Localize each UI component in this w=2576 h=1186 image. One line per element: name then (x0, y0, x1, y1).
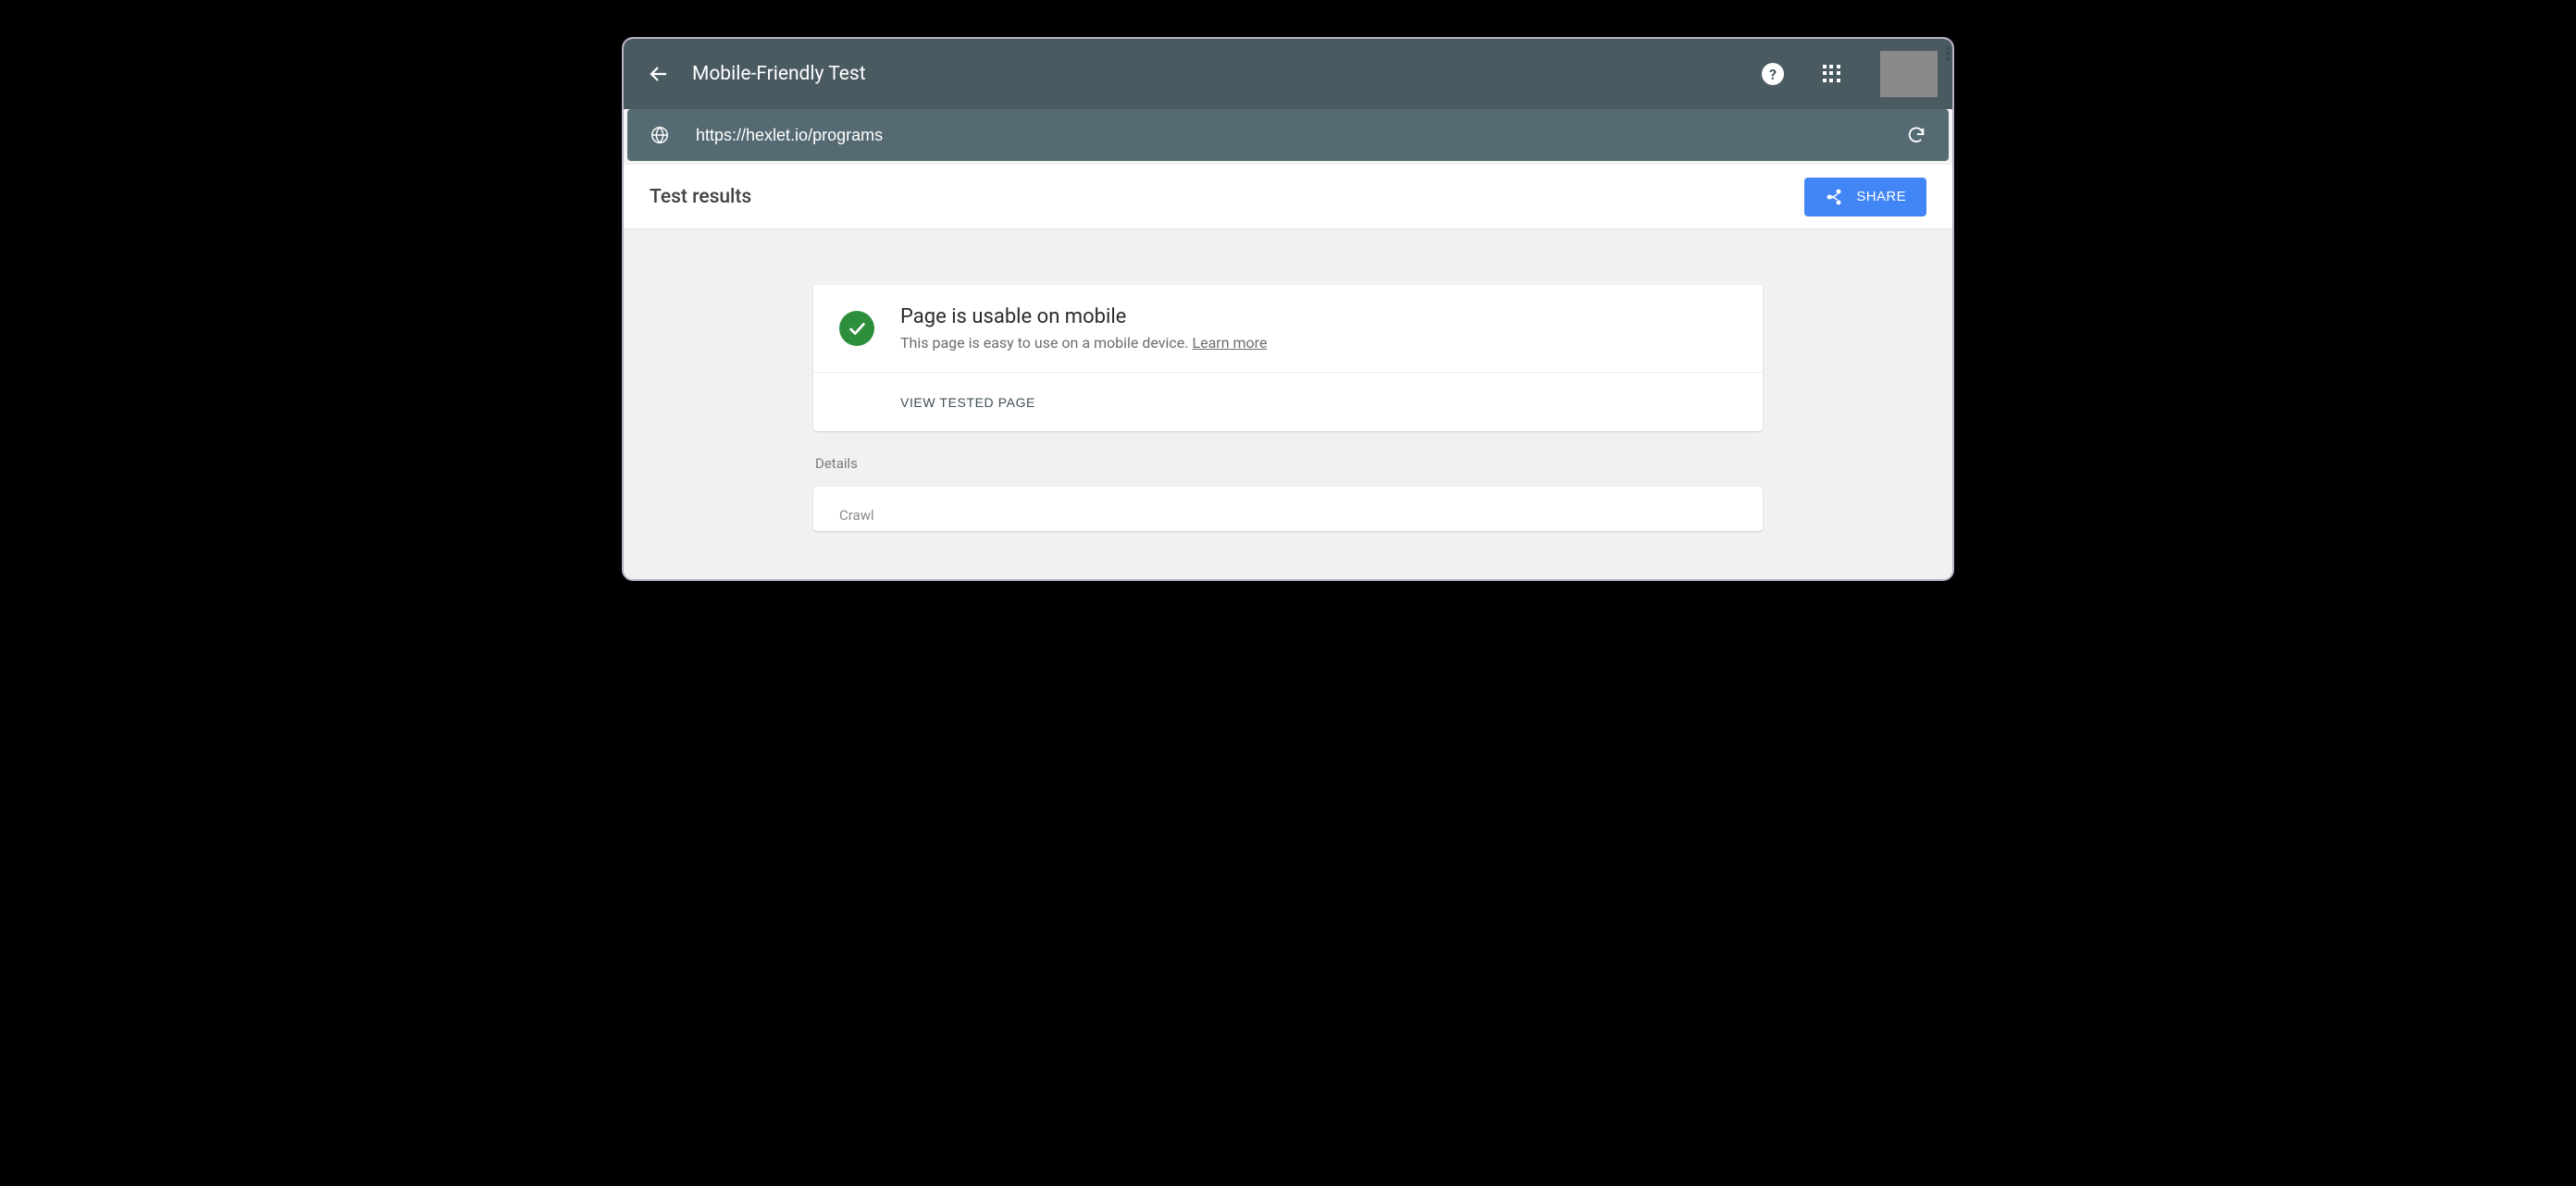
results-title: Test results (650, 186, 1804, 208)
help-button[interactable]: ? (1754, 56, 1791, 93)
status-subtext: This page is easy to use on a mobile dev… (900, 334, 1267, 352)
url-input[interactable] (696, 126, 1880, 145)
account-avatar[interactable] (1880, 51, 1938, 97)
back-button[interactable] (648, 63, 670, 85)
refresh-button[interactable] (1906, 125, 1926, 145)
google-apps-button[interactable] (1814, 56, 1851, 93)
url-bar (627, 109, 1949, 161)
app-header: Mobile-Friendly Test ? (624, 39, 1952, 109)
view-tested-page-button[interactable]: VIEW TESTED PAGE (900, 395, 1035, 410)
details-section-label: Details (815, 455, 1763, 472)
learn-more-link[interactable]: Learn more (1192, 334, 1267, 352)
share-icon (1825, 188, 1843, 206)
success-badge (839, 311, 874, 346)
help-icon: ? (1762, 63, 1784, 85)
content-area: Page is usable on mobile This page is ea… (624, 229, 1952, 579)
details-card: Crawl (813, 487, 1763, 531)
arrow-left-icon (648, 63, 670, 85)
app-window: Mobile-Friendly Test ? Test results (622, 37, 1954, 581)
share-label: SHARE (1856, 189, 1906, 204)
crawl-label: Crawl (839, 507, 1737, 524)
page-title: Mobile-Friendly Test (692, 63, 866, 85)
results-header: Test results SHARE (624, 165, 1952, 229)
check-icon (847, 318, 867, 339)
globe-icon (650, 125, 670, 145)
status-card: Page is usable on mobile This page is ea… (813, 285, 1763, 431)
status-heading: Page is usable on mobile (900, 305, 1267, 328)
share-button[interactable]: SHARE (1804, 178, 1926, 216)
apps-grid-icon (1823, 65, 1841, 83)
